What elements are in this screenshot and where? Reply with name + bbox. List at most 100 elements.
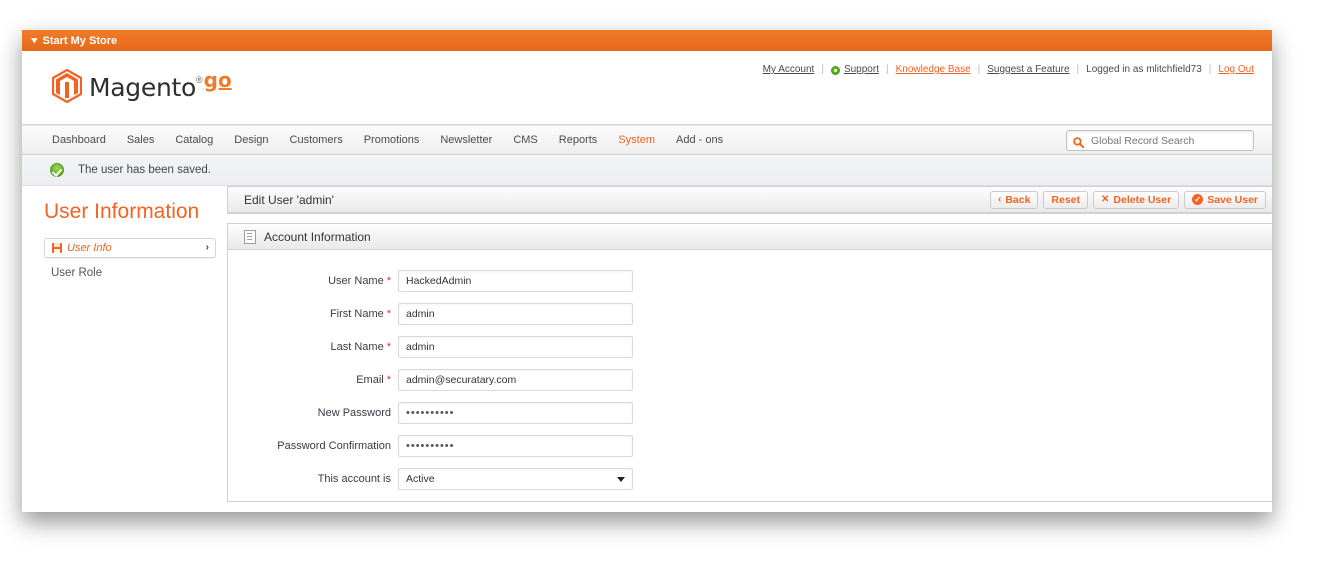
required-marker: * xyxy=(386,308,391,320)
field-label: User Name * xyxy=(228,275,398,287)
sidebar-item-label: User Info xyxy=(67,241,112,254)
button-label: Back xyxy=(1005,193,1031,206)
logo-wordmark: Magento xyxy=(89,72,196,102)
page-body: User Information User Info › User Role E… xyxy=(22,186,1272,511)
chevron-left-icon: ‹ xyxy=(997,194,1002,205)
action-button-group: ‹ Back Reset ✕ Delete User ✓ Save User xyxy=(989,190,1266,209)
logo-go-suffix: go xyxy=(203,68,232,92)
sidebar: User Information User Info › User Role xyxy=(22,186,227,511)
document-icon xyxy=(244,229,256,244)
disk-save-icon xyxy=(52,242,62,253)
main-navigation: Dashboard Sales Catalog Design Customers Prom… xyxy=(22,125,1272,155)
suggest-a-feature-link[interactable]: Suggest a Feature xyxy=(987,64,1069,75)
check-circle-icon: ✓ xyxy=(1192,194,1204,205)
reset-button[interactable]: Reset xyxy=(1043,190,1089,209)
link-separator: | xyxy=(885,64,889,75)
nav-item-dashboard[interactable]: Dashboard xyxy=(52,134,106,146)
success-message-text: The user has been saved. xyxy=(78,164,211,176)
nav-item-customers[interactable]: Customers xyxy=(290,134,343,146)
nav-item-catalog[interactable]: Catalog xyxy=(175,134,213,146)
form-row: Email * admin@securatary.com xyxy=(228,369,1272,391)
nav-item-design[interactable]: Design xyxy=(234,134,268,146)
link-separator: | xyxy=(1076,64,1080,75)
knowledge-base-link[interactable]: Knowledge Base xyxy=(896,64,971,75)
field-label-text: Last Name xyxy=(330,341,384,353)
support-status-icon xyxy=(830,66,840,75)
global-search[interactable] xyxy=(1066,130,1254,151)
page-title: User Information xyxy=(44,200,200,223)
field-label-text: User Name xyxy=(328,275,384,287)
success-message-bar: The user has been saved. xyxy=(22,155,1272,186)
button-label: Reset xyxy=(1051,193,1081,206)
search-icon xyxy=(1073,135,1085,149)
first-name-field[interactable]: admin xyxy=(398,303,633,325)
section-title: Account Information xyxy=(264,229,371,244)
link-separator: | xyxy=(977,64,981,75)
chevron-down-icon xyxy=(617,476,625,482)
select-value: Active xyxy=(406,473,435,485)
user-name-field[interactable]: HackedAdmin xyxy=(398,270,633,292)
save-user-button[interactable]: ✓ Save User xyxy=(1184,190,1266,209)
account-information-header: Account Information xyxy=(228,224,1272,250)
sidebar-item-user-info[interactable]: User Info › xyxy=(44,237,216,258)
button-label: Save User xyxy=(1207,193,1258,206)
field-label: This account is xyxy=(228,473,398,485)
field-label-text: New Password xyxy=(317,407,391,419)
back-button[interactable]: ‹ Back xyxy=(989,190,1039,209)
nav-item-promotions[interactable]: Promotions xyxy=(364,134,420,146)
required-marker: * xyxy=(386,341,391,353)
nav-item-sales[interactable]: Sales xyxy=(127,134,155,146)
store-bar-label: Start My Store xyxy=(42,34,118,47)
link-separator: | xyxy=(821,64,824,75)
check-circle-icon xyxy=(50,163,64,177)
field-label: First Name * xyxy=(228,308,398,320)
magento-logo-icon xyxy=(51,68,83,104)
content-header: Edit User 'admin' ‹ Back Reset ✕ Delete User… xyxy=(228,187,1272,213)
nav-item-add-ons[interactable]: Add - ons xyxy=(676,134,723,146)
support-link[interactable]: Support xyxy=(844,64,879,75)
password-confirmation-field[interactable]: •••••••••• xyxy=(398,435,633,457)
form-row: New Password •••••••••• xyxy=(228,402,1272,424)
last-name-field[interactable]: admin xyxy=(398,336,633,358)
account-information-panel: Account Information User Name * HackedAdmi… xyxy=(227,223,1272,502)
nav-item-reports[interactable]: Reports xyxy=(559,134,598,146)
form-row: User Name * HackedAdmin xyxy=(228,270,1272,292)
link-separator: | xyxy=(1208,64,1212,75)
my-account-link[interactable]: My Account xyxy=(763,64,815,75)
search-input[interactable] xyxy=(1089,133,1243,148)
chevron-right-icon: › xyxy=(205,242,209,254)
form-row: Last Name * admin xyxy=(228,336,1272,358)
nav-item-newsletter[interactable]: Newsletter xyxy=(440,134,492,146)
field-label-text: Email xyxy=(356,374,384,386)
page-header: Magento ® go My Account | Support | Know… xyxy=(22,51,1272,125)
main-content: Edit User 'admin' ‹ Back Reset ✕ Delete User… xyxy=(227,186,1272,511)
button-label: Delete User xyxy=(1113,193,1172,206)
form-row: Password Confirmation •••••••••• xyxy=(228,435,1272,457)
email-field[interactable]: admin@securatary.com xyxy=(398,369,633,391)
delete-user-button[interactable]: ✕ Delete User xyxy=(1093,190,1180,209)
logo-registered-mark: ® xyxy=(195,75,203,85)
sidebar-item-user-role[interactable]: User Role xyxy=(44,267,227,279)
chevron-down-icon: ▾ xyxy=(31,35,38,45)
field-label: Password Confirmation xyxy=(228,440,398,452)
nav-item-system[interactable]: System xyxy=(618,134,655,146)
account-status-select[interactable]: Active xyxy=(398,468,633,490)
required-marker: * xyxy=(386,374,391,386)
content-title: Edit User 'admin' xyxy=(244,192,334,207)
account-information-form: User Name * HackedAdmin First Name * admin Las… xyxy=(228,250,1272,490)
field-label-text: This account is xyxy=(317,473,391,485)
browser-page: ▾ Start My Store Magento ® go My Account… xyxy=(22,30,1272,512)
field-label: Last Name * xyxy=(228,341,398,353)
close-icon: ✕ xyxy=(1101,194,1110,205)
nav-item-cms[interactable]: CMS xyxy=(513,134,537,146)
required-marker: * xyxy=(386,275,391,287)
store-bar[interactable]: ▾ Start My Store xyxy=(22,30,1272,51)
content-header-panel: Edit User 'admin' ‹ Back Reset ✕ Delete User… xyxy=(227,186,1272,214)
field-label: Email * xyxy=(228,374,398,386)
field-label-text: Password Confirmation xyxy=(277,440,391,452)
form-row: This account is Active xyxy=(228,468,1272,490)
magento-go-logo[interactable]: Magento ® go xyxy=(51,68,232,104)
new-password-field[interactable]: •••••••••• xyxy=(398,402,633,424)
field-label-text: First Name xyxy=(329,308,384,320)
log-out-link[interactable]: Log Out xyxy=(1218,64,1254,75)
